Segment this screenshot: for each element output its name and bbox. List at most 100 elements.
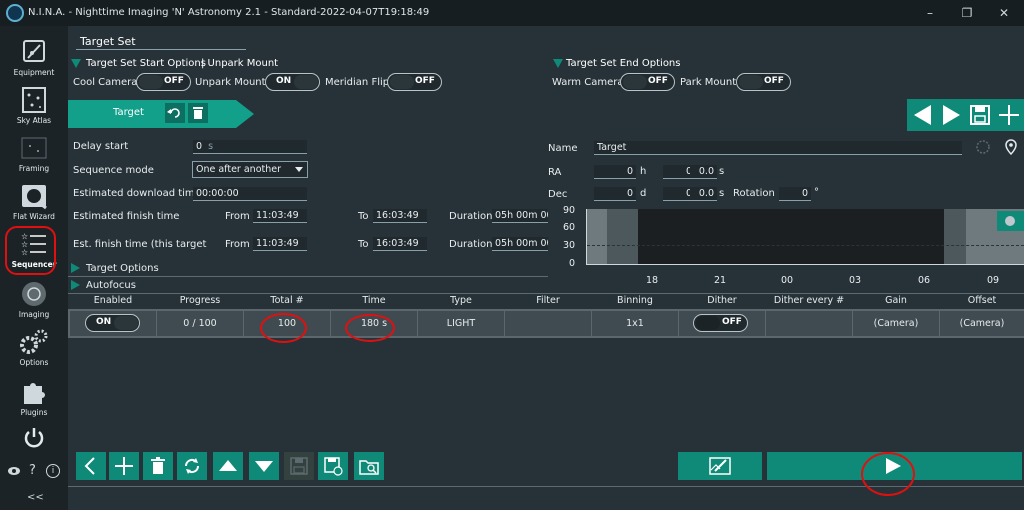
column-header-time[interactable]: Time bbox=[331, 295, 417, 309]
framing-icon bbox=[21, 137, 47, 159]
toggle-state: ON bbox=[96, 317, 112, 327]
add-target-icon[interactable] bbox=[997, 103, 1021, 127]
cool-camera-toggle[interactable]: OFF bbox=[136, 73, 191, 91]
delete-target-icon[interactable] bbox=[188, 103, 208, 123]
sidebar-item-plugins[interactable]: Plugins bbox=[0, 374, 68, 422]
enabled-toggle[interactable]: ON bbox=[85, 314, 140, 332]
minimize-button[interactable]: – bbox=[922, 5, 938, 21]
column-header-enabled[interactable]: Enabled bbox=[70, 295, 156, 309]
target-tab-shape bbox=[68, 100, 254, 128]
est-finish-label: Estimated finish time bbox=[73, 211, 180, 222]
total-cell[interactable]: 100 bbox=[244, 311, 330, 336]
column-header-type[interactable]: Type bbox=[418, 295, 504, 309]
column-header-gain[interactable]: Gain bbox=[853, 295, 939, 309]
dec-seconds-input[interactable]: 0.0 bbox=[690, 187, 717, 201]
save-as-button[interactable] bbox=[318, 452, 348, 480]
name-label: Name bbox=[548, 143, 578, 154]
duration-label: Duration bbox=[449, 211, 493, 222]
duration-field-target: 05h 00m 00 bbox=[492, 237, 548, 251]
collapse-sidebar-button[interactable]: << bbox=[27, 492, 44, 503]
sidebar-item-sequencer[interactable]: ☆ ☆ ☆ Sequencer bbox=[0, 226, 68, 274]
target-options-header[interactable]: Target Options bbox=[86, 263, 159, 274]
column-header-dither-every[interactable]: Dither every # bbox=[766, 295, 852, 309]
type-cell[interactable]: LIGHT bbox=[418, 311, 504, 336]
sidebar-item-label: Framing bbox=[18, 164, 50, 173]
binning-cell[interactable]: 1x1 bbox=[592, 311, 678, 336]
move-down-button[interactable] bbox=[249, 452, 279, 480]
add-row-button[interactable] bbox=[109, 452, 139, 480]
column-header-offset[interactable]: Offset bbox=[940, 295, 1024, 309]
move-up-button[interactable] bbox=[213, 452, 243, 480]
location-pin-icon[interactable] bbox=[1004, 139, 1018, 155]
gain-cell[interactable]: (Camera) bbox=[853, 311, 939, 336]
next-target-icon[interactable] bbox=[939, 103, 963, 127]
sequence-mode-select[interactable]: One after another bbox=[192, 161, 308, 178]
target-name-input[interactable]: Target bbox=[594, 141, 962, 155]
save-target-icon[interactable] bbox=[968, 103, 992, 127]
to-field: 16:03:49 bbox=[373, 209, 427, 223]
park-mount-toggle[interactable]: OFF bbox=[736, 73, 791, 91]
start-sequence-button[interactable] bbox=[767, 452, 1022, 480]
unpark-mount-toggle[interactable]: ON bbox=[265, 73, 320, 91]
previous-target-icon[interactable] bbox=[911, 103, 935, 127]
warm-camera-toggle[interactable]: OFF bbox=[620, 73, 675, 91]
rotation-input[interactable]: 0 bbox=[779, 187, 811, 201]
toggle-state: OFF bbox=[164, 76, 184, 86]
autofocus-header[interactable]: Autofocus bbox=[86, 280, 136, 291]
dec-degrees-input[interactable]: 0 bbox=[594, 187, 636, 201]
offset-cell[interactable]: (Camera) bbox=[940, 311, 1024, 336]
triangle-up-icon bbox=[219, 460, 237, 471]
sidebar-item-flat-wizard[interactable]: Flat Wizard bbox=[0, 178, 68, 226]
time-cell[interactable]: 180 s bbox=[331, 311, 417, 336]
horizon-line bbox=[587, 245, 1024, 246]
open-sequence-button[interactable] bbox=[354, 452, 384, 480]
filter-cell[interactable] bbox=[505, 311, 591, 336]
dec-seconds-unit: s bbox=[719, 188, 725, 199]
trash-icon bbox=[151, 457, 165, 474]
refresh-target-icon[interactable] bbox=[165, 103, 185, 123]
target-tab-label[interactable]: Target bbox=[113, 107, 144, 118]
expander-right-icon[interactable] bbox=[71, 280, 80, 290]
sidebar-item-sky-atlas[interactable]: Sky Atlas bbox=[0, 82, 68, 130]
column-header-dither[interactable]: Dither bbox=[679, 295, 765, 309]
delay-start-label: Delay start bbox=[73, 141, 129, 152]
info-icon[interactable]: i bbox=[46, 464, 60, 478]
sidebar-item-options[interactable]: Options bbox=[0, 324, 68, 372]
expander-down-icon[interactable] bbox=[71, 59, 81, 69]
column-header-total[interactable]: Total # bbox=[244, 295, 330, 309]
column-header-binning[interactable]: Binning bbox=[592, 295, 678, 309]
from-label: From bbox=[225, 239, 250, 250]
edit-sequence-button[interactable] bbox=[678, 452, 762, 480]
chart-toggle-button[interactable] bbox=[997, 211, 1024, 231]
power-icon[interactable] bbox=[22, 426, 46, 450]
est-finish-target-label: Est. finish time (this target bbox=[73, 239, 207, 250]
meridian-flip-toggle[interactable]: OFF bbox=[387, 73, 442, 91]
column-header-progress[interactable]: Progress bbox=[157, 295, 243, 309]
x-tick: 09 bbox=[987, 275, 1000, 286]
nina-logo-icon bbox=[6, 4, 24, 22]
y-tick: 60 bbox=[563, 222, 576, 233]
ra-hours-unit: h bbox=[640, 166, 647, 177]
close-button[interactable]: ✕ bbox=[996, 5, 1012, 21]
maximize-button[interactable]: ❐ bbox=[959, 5, 975, 21]
expander-down-icon[interactable] bbox=[553, 59, 563, 69]
ra-hours-input[interactable]: 0 bbox=[594, 165, 636, 179]
column-header-filter[interactable]: Filter bbox=[505, 295, 591, 309]
delay-start-input[interactable]: 0 s bbox=[193, 140, 307, 154]
back-button[interactable] bbox=[76, 452, 106, 480]
sidebar-item-framing[interactable]: Framing bbox=[0, 130, 68, 178]
sidebar-item-equipment[interactable]: Equipment bbox=[0, 34, 68, 82]
eye-icon[interactable] bbox=[7, 466, 21, 476]
svg-text:☆: ☆ bbox=[21, 248, 28, 257]
progress-cell: 0 / 100 bbox=[157, 311, 243, 336]
help-icon[interactable]: ? bbox=[29, 463, 36, 478]
expander-right-icon[interactable] bbox=[71, 263, 80, 273]
save-sequence-button[interactable] bbox=[284, 452, 314, 480]
sidebar-item-imaging[interactable]: Imaging bbox=[0, 276, 68, 324]
ra-seconds-input[interactable]: 0.0 bbox=[690, 165, 717, 179]
framing-lookup-icon[interactable] bbox=[975, 139, 991, 155]
dither-every-cell[interactable] bbox=[766, 311, 852, 336]
reset-progress-button[interactable] bbox=[177, 452, 207, 480]
delete-row-button[interactable] bbox=[143, 452, 173, 480]
dither-toggle[interactable]: OFF bbox=[693, 314, 748, 332]
